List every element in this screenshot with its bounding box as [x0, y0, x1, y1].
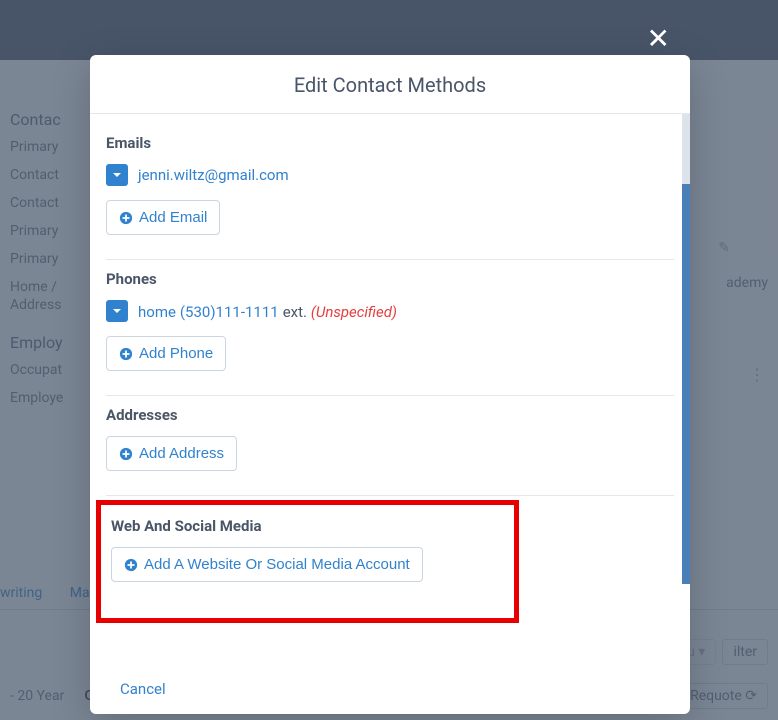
phone-status: (Unspecified) — [311, 303, 397, 321]
emails-section: Emails jenni.wiltz@gmail.com Add Email — [106, 124, 674, 260]
modal-title: Edit Contact Methods — [90, 73, 690, 97]
phone-ext-label: ext. — [283, 303, 307, 321]
cancel-button[interactable]: Cancel — [106, 680, 166, 698]
plus-circle-icon — [119, 447, 133, 461]
plus-circle-icon — [124, 558, 138, 572]
phone-primary-toggle[interactable] — [106, 300, 128, 322]
edit-contact-methods-modal: Edit Contact Methods Emails jenni.wiltz@… — [90, 55, 690, 714]
addresses-section: Addresses Add Address — [106, 396, 674, 496]
web-social-highlight: Web And Social Media Add A Website Or So… — [96, 500, 519, 623]
caret-down-icon — [112, 170, 122, 180]
phone-type[interactable]: home — [138, 303, 176, 321]
add-address-button[interactable]: Add Address — [106, 436, 237, 471]
email-value[interactable]: jenni.wiltz@gmail.com — [138, 166, 289, 184]
addresses-label: Addresses — [106, 406, 674, 424]
email-item: jenni.wiltz@gmail.com — [106, 164, 674, 186]
add-website-label: Add A Website Or Social Media Account — [144, 556, 410, 573]
caret-down-icon — [112, 306, 122, 316]
close-icon[interactable]: ✕ — [647, 22, 670, 55]
email-primary-toggle[interactable] — [106, 164, 128, 186]
add-website-button[interactable]: Add A Website Or Social Media Account — [111, 547, 423, 582]
plus-circle-icon — [119, 347, 133, 361]
add-phone-label: Add Phone — [139, 345, 213, 362]
add-address-label: Add Address — [139, 445, 224, 462]
phone-number[interactable]: (530)111-1111 — [180, 303, 279, 321]
add-email-button[interactable]: Add Email — [106, 200, 220, 235]
phones-section: Phones home (530)111-1111 ext. (Unspecif… — [106, 260, 674, 396]
plus-circle-icon — [119, 211, 133, 225]
web-social-label: Web And Social Media — [111, 517, 504, 535]
phones-label: Phones — [106, 270, 674, 288]
phone-item: home (530)111-1111 ext. (Unspecified) — [106, 300, 674, 322]
add-phone-button[interactable]: Add Phone — [106, 336, 226, 371]
emails-label: Emails — [106, 134, 674, 152]
add-email-label: Add Email — [139, 209, 207, 226]
